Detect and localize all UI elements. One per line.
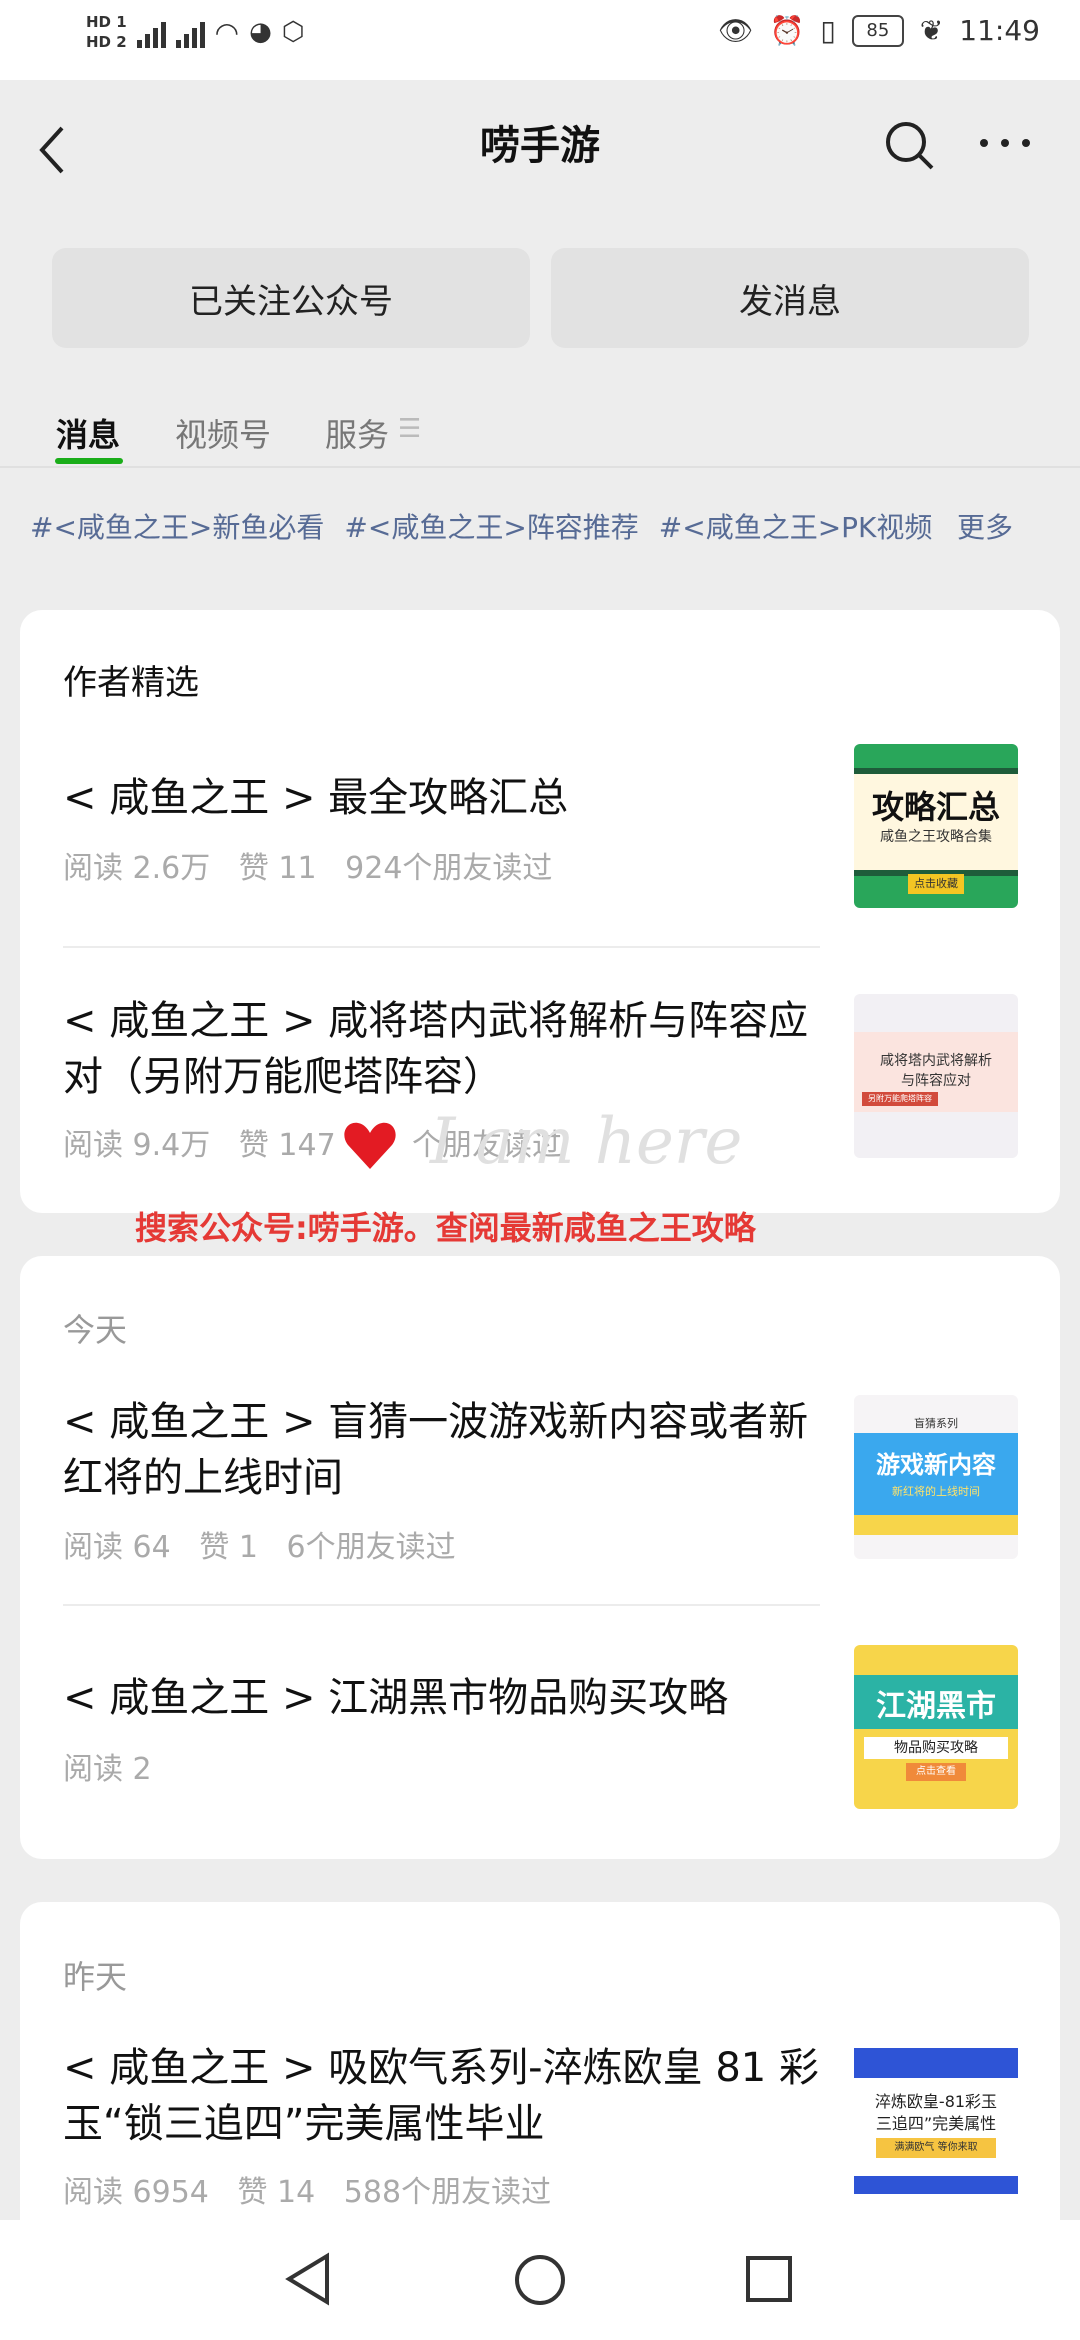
status-left: HD 1 HD 2 ◠ ◕ ⬡ (86, 12, 305, 52)
overlay-text: 搜索公众号:唠手游。查阅最新咸鱼之王攻略 (135, 1209, 756, 1247)
tag-item[interactable]: #<咸鱼之王>新鱼必看 (30, 506, 324, 546)
article-meta: 阅读 2 (63, 1752, 152, 1787)
article-title[interactable]: < 咸鱼之王 > 江湖黑市物品购买攻略 (63, 1670, 823, 1726)
eye-icon: 👁 (717, 14, 754, 47)
status-right: 👁 ⏰ ▯ 85 ❦ 11:49 (718, 14, 1040, 47)
nav-back-icon[interactable] (283, 2252, 333, 2306)
article-thumbnail[interactable]: 攻略汇总 咸鱼之王攻略合集 点击收藏 (854, 744, 1018, 908)
article-thumbnail[interactable]: 盲猜系列 游戏新内容 新红将的上线时间 (854, 1395, 1018, 1559)
tags-more-link[interactable]: 更多 (957, 506, 1013, 546)
divider (63, 946, 820, 948)
article-thumbnail[interactable]: 咸将塔内武将解析 与阵容应对 另附万能爬塔阵容 (854, 994, 1018, 1158)
article-title[interactable]: < 咸鱼之王 > 盲猜一波游戏新内容或者新红将的上线时间 (63, 1394, 823, 1506)
tag-row: #<咸鱼之王>新鱼必看 #<咸鱼之王>阵容推荐 #<咸鱼之王>PK视频 (30, 506, 932, 546)
signal-icon (175, 16, 205, 48)
search-icon[interactable] (880, 116, 940, 176)
wifi-icon: ◠ (214, 15, 240, 49)
section-date: 昨天 (63, 1958, 128, 1996)
section-title: 作者精选 (63, 663, 199, 703)
tab-channels[interactable]: 视频号 (175, 410, 271, 456)
nav-home-icon[interactable] (512, 2252, 568, 2308)
more-icon[interactable] (980, 128, 1030, 158)
tag-item[interactable]: #<咸鱼之王>PK视频 (659, 506, 933, 546)
watermark-text: I am here (430, 1105, 743, 1179)
divider (63, 1604, 820, 1606)
menu-icon: ☰ (398, 414, 422, 444)
alarm-icon: ⏰ (769, 14, 805, 47)
clock-time: 11:49 (959, 14, 1040, 47)
heart-sticker (344, 1122, 396, 1169)
article-title[interactable]: < 咸鱼之王 > 咸将塔内武将解析与阵容应对（另附万能爬塔阵容） (63, 993, 823, 1105)
tab-indicator (55, 458, 123, 464)
article-meta: 阅读 2.6万 赞 11 924个朋友读过 (63, 851, 553, 886)
tab-messages[interactable]: 消息 (56, 410, 120, 456)
vibrate-icon: ▯ (820, 14, 836, 47)
wechat-icon: ◕ (249, 17, 272, 47)
article-thumbnail[interactable]: 江湖黑市 物品购买攻略 点击查看 (854, 1645, 1018, 1809)
nav-recent-icon[interactable] (744, 2254, 794, 2304)
tag-item[interactable]: #<咸鱼之王>阵容推荐 (344, 506, 638, 546)
article-title[interactable]: < 咸鱼之王 > 吸欧气系列-淬炼欧皇 81 彩玉“锁三追四”完美属性毕业 (63, 2040, 823, 2152)
article-thumbnail[interactable]: 淬炼欧皇-81彩玉 三追四”完美属性 满满欧气 等你来取 (854, 2040, 1018, 2204)
battery-icon: 85 (851, 14, 904, 47)
send-message-button[interactable]: 发消息 (551, 248, 1029, 348)
shield-icon: ⬡ (281, 17, 305, 47)
leaf-icon: ❦ (919, 14, 944, 47)
article-meta: 阅读 6954 赞 14 588个朋友读过 (63, 2175, 552, 2210)
signal-icon (136, 16, 166, 48)
followed-button[interactable]: 已关注公众号 (52, 248, 530, 348)
article-meta: 阅读 64 赞 1 6个朋友读过 (63, 1530, 456, 1565)
hd-icon: HD 1 HD 2 (86, 13, 127, 51)
section-date: 今天 (63, 1311, 128, 1349)
tab-services[interactable]: 服务 (325, 410, 389, 456)
article-title[interactable]: < 咸鱼之王 > 最全攻略汇总 (63, 770, 823, 826)
divider (0, 466, 1080, 468)
